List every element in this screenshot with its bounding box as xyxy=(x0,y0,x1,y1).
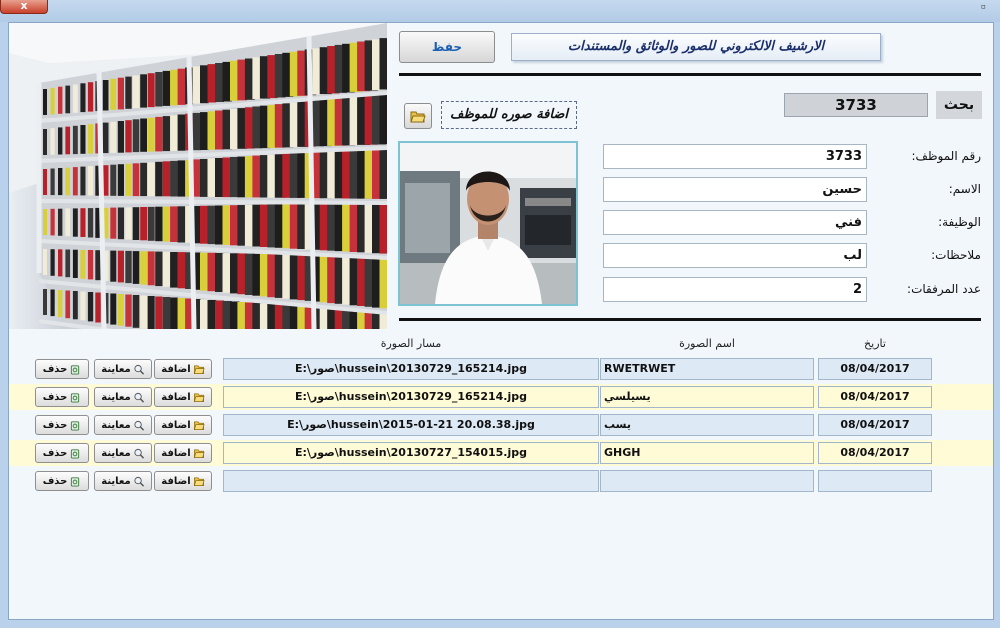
image-name-cell[interactable]: RWETRWET xyxy=(600,358,814,380)
add-label: اضافة xyxy=(161,419,191,431)
folder-open-icon xyxy=(193,420,205,430)
delete-button[interactable]: حذف xyxy=(35,471,89,491)
column-header-date: تاريخ xyxy=(864,337,886,350)
trash-icon xyxy=(71,420,80,431)
add-label: اضافة xyxy=(161,475,191,487)
add-button[interactable]: اضافة xyxy=(154,359,212,379)
image-path-cell[interactable] xyxy=(223,470,599,492)
magnifier-icon xyxy=(134,392,144,403)
image-path-cell[interactable]: E:\صور\hussein\20130729_165214.jpg xyxy=(223,358,599,380)
save-button[interactable]: حفظ xyxy=(399,31,495,63)
preview-button[interactable]: معاينة xyxy=(94,471,152,491)
folder-open-icon xyxy=(193,392,205,402)
add-button[interactable]: اضافة xyxy=(154,471,212,491)
add-button[interactable]: اضافة xyxy=(154,387,212,407)
notes-label: ملاحظات: xyxy=(931,248,981,262)
app-title: الارشيف الالكتروني للصور والوثائق والمست… xyxy=(511,33,881,61)
restore-icon[interactable]: ▫ xyxy=(981,2,986,12)
name-field[interactable]: حسين xyxy=(603,177,867,202)
name-label: الاسم: xyxy=(948,182,981,196)
delete-label: حذف xyxy=(42,391,68,403)
delete-label: حذف xyxy=(42,475,68,487)
delete-label: حذف xyxy=(42,363,68,375)
image-name-cell[interactable]: GHGH xyxy=(600,442,814,464)
table-row: حذف معاينة اضافة E:\صور\hussein\20130727_15… xyxy=(9,440,993,466)
preview-label: معاينة xyxy=(101,419,131,431)
date-cell[interactable]: 08/04/2017 xyxy=(818,386,932,408)
column-header-path: مسار الصورة xyxy=(380,337,442,350)
magnifier-icon xyxy=(134,448,144,459)
preview-button[interactable]: معاينة xyxy=(94,443,152,463)
image-name-cell[interactable]: يسب xyxy=(600,414,814,436)
close-button[interactable]: x xyxy=(0,0,48,14)
add-button[interactable]: اضافة xyxy=(154,443,212,463)
date-cell[interactable] xyxy=(818,470,932,492)
image-path-cell[interactable]: E:\صور\hussein\2015-01-21 20.08.38.jpg xyxy=(223,414,599,436)
delete-label: حذف xyxy=(42,419,68,431)
header-divider xyxy=(399,73,981,76)
add-button[interactable]: اضافة xyxy=(154,415,212,435)
table-row: حذف معاينة اضافة E:\صور\hussein\2015-01-21 … xyxy=(9,412,993,438)
employee-number-field[interactable]: 3733 xyxy=(603,144,867,169)
folder-open-icon xyxy=(410,111,426,122)
image-path-cell[interactable]: E:\صور\hussein\20130727_154015.jpg xyxy=(223,442,599,464)
image-name-cell[interactable] xyxy=(600,470,814,492)
delete-button[interactable]: حذف xyxy=(35,443,89,463)
preview-button[interactable]: معاينة xyxy=(94,415,152,435)
job-field[interactable]: فني xyxy=(603,210,867,235)
trash-icon xyxy=(71,448,80,459)
trash-icon xyxy=(71,476,80,487)
date-cell[interactable]: 08/04/2017 xyxy=(818,414,932,436)
form-divider xyxy=(399,318,981,321)
delete-button[interactable]: حذف xyxy=(35,415,89,435)
notes-field[interactable]: لب xyxy=(603,243,867,268)
add-employee-photo-label: اضافة صوره للموظف xyxy=(441,101,577,129)
add-label: اضافة xyxy=(161,363,191,375)
delete-button[interactable]: حذف xyxy=(35,359,89,379)
image-path-cell[interactable]: E:\صور\hussein\20130729_165214.jpg xyxy=(223,386,599,408)
folder-open-icon xyxy=(193,476,205,486)
column-header-name: اسم الصورة xyxy=(679,337,735,350)
preview-label: معاينة xyxy=(101,475,131,487)
trash-icon xyxy=(71,364,80,375)
attachments-count-field[interactable]: 2 xyxy=(603,277,867,302)
search-input[interactable]: 3733 xyxy=(784,93,928,117)
folder-open-icon xyxy=(193,448,205,458)
title-bar: x ▫ xyxy=(0,0,1000,22)
preview-button[interactable]: معاينة xyxy=(94,359,152,379)
magnifier-icon xyxy=(134,364,144,375)
attachments-grid: مسار الصورة اسم الصورة تاريخ حذف معاينة اض… xyxy=(9,329,993,619)
preview-label: معاينة xyxy=(101,447,131,459)
table-row: حذف معاينة اضافة E:\صور\hussein\20130729_16… xyxy=(9,356,993,382)
preview-button[interactable]: معاينة xyxy=(94,387,152,407)
employee-photo xyxy=(398,141,578,306)
employee-number-label: رقم الموظف: xyxy=(911,149,981,163)
date-cell[interactable]: 08/04/2017 xyxy=(818,358,932,380)
add-label: اضافة xyxy=(161,391,191,403)
magnifier-icon xyxy=(134,476,144,487)
magnifier-icon xyxy=(134,420,144,431)
image-name-cell[interactable]: يسيلسي xyxy=(600,386,814,408)
delete-label: حذف xyxy=(42,447,68,459)
main-form: حفظ الارشيف الالكتروني للصور والوثائق وا… xyxy=(8,22,994,620)
preview-label: معاينة xyxy=(101,363,131,375)
add-label: اضافة xyxy=(161,447,191,459)
table-row: حذف معاينة اضافة E:\صور\hussein\20130729_16… xyxy=(9,384,993,410)
folder-open-icon xyxy=(193,364,205,374)
job-label: الوظيفة: xyxy=(938,215,981,229)
attachments-count-label: عدد المرفقات: xyxy=(907,282,981,296)
archive-shelves-image xyxy=(9,23,387,329)
date-cell[interactable]: 08/04/2017 xyxy=(818,442,932,464)
trash-icon xyxy=(71,392,80,403)
table-row: حذف معاينة اضافة xyxy=(9,468,993,494)
delete-button[interactable]: حذف xyxy=(35,387,89,407)
search-label: بحث xyxy=(936,91,982,119)
open-folder-button[interactable] xyxy=(404,103,432,129)
preview-label: معاينة xyxy=(101,391,131,403)
